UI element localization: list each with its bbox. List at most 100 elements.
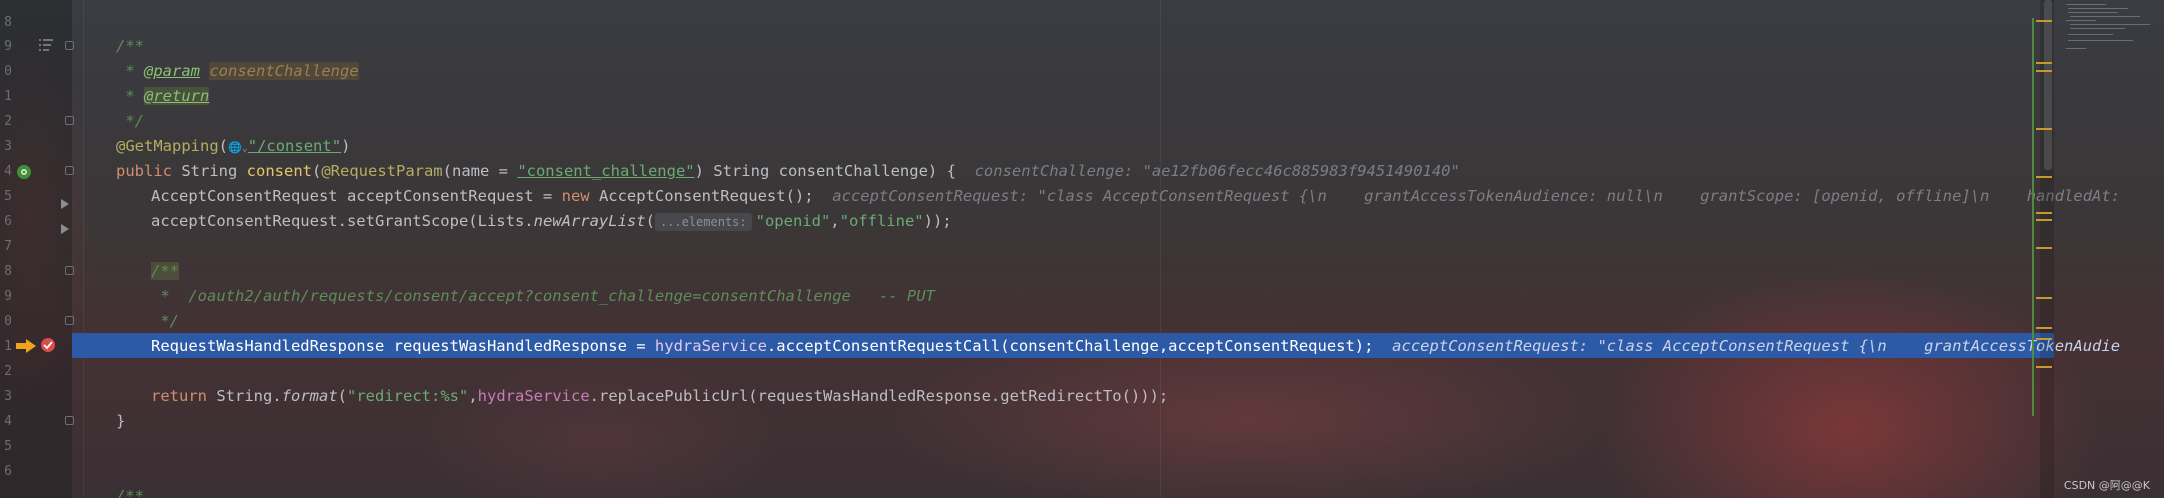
warning-marker[interactable] [2036, 70, 2052, 72]
fold-toggle[interactable] [65, 41, 74, 50]
method-name: format [281, 387, 338, 405]
string-literal: "consent_challenge" [517, 162, 695, 180]
code-line[interactable]: AcceptConsentRequest acceptConsentReques… [151, 184, 2120, 209]
globe-icon[interactable]: 🌐 [228, 141, 242, 154]
code-text: acceptConsentRequest.setGrantScope(Lists… [151, 212, 534, 230]
warning-marker[interactable] [2036, 176, 2052, 178]
paren: ( [337, 387, 347, 405]
line-number: 9 [4, 39, 12, 54]
line-number: 7 [4, 239, 12, 254]
code-text: AcceptConsentRequest acceptConsentReques… [151, 187, 562, 205]
lines-icon[interactable] [38, 38, 54, 52]
line-number: 5 [4, 439, 12, 454]
warning-marker[interactable] [2036, 219, 2052, 221]
debug-arrow-icon [16, 339, 36, 353]
warning-marker[interactable] [2036, 247, 2052, 249]
doc-comment: /** [116, 37, 144, 55]
line-number: 2 [4, 364, 12, 379]
line-number: 9 [4, 289, 12, 304]
keyword: return [151, 387, 207, 405]
code-line[interactable]: RequestWasHandledResponse requestWasHand… [151, 334, 2120, 359]
line-number: 0 [4, 64, 12, 79]
breakpoint-icon[interactable] [40, 337, 56, 353]
doc-comment: * [116, 62, 144, 80]
code-text: )); [923, 212, 952, 230]
line-number: 8 [4, 264, 12, 279]
code-line[interactable]: * @param consentChallenge [116, 59, 359, 84]
code-line[interactable]: * /oauth2/auth/requests/consent/accept?c… [151, 284, 935, 309]
code-line[interactable]: /** [151, 259, 179, 284]
code-line[interactable]: acceptConsentRequest.setGrantScope(Lists… [151, 209, 952, 234]
editor-gutter[interactable]: 8 9 0 1 2 3 4 5 6 7 8 9 0 1 2 3 4 5 6 [0, 0, 74, 498]
doc-tag: @return [144, 87, 210, 105]
debug-inline-value[interactable]: acceptConsentRequest: "class AcceptConse… [832, 187, 2120, 205]
code-line[interactable]: } [116, 409, 125, 434]
fold-toggle[interactable] [65, 416, 74, 425]
code-line[interactable]: * @return [116, 84, 210, 109]
doc-comment: /** [151, 262, 179, 280]
minimap[interactable] [2064, 0, 2164, 80]
string-literal: "redirect:%s" [347, 387, 469, 405]
line-number: 8 [4, 15, 12, 30]
code-line[interactable]: /** [116, 484, 144, 498]
closing-brace: } [116, 412, 126, 430]
code-text: String. [207, 387, 282, 405]
line-number: 1 [4, 339, 12, 354]
line-number: 2 [4, 114, 12, 129]
doc-comment: */ [151, 312, 179, 330]
code-line[interactable]: */ [151, 309, 179, 334]
field-reference: hydraService [654, 337, 767, 355]
code-line[interactable]: @GetMapping(🌐⌄"/consent") [116, 134, 350, 159]
doc-tag: @param [144, 62, 200, 80]
spring-bean-icon[interactable] [16, 164, 32, 180]
doc-comment: /** [116, 487, 144, 498]
code-text: (name = [442, 162, 518, 180]
paren: ) [341, 137, 351, 155]
line-number: 6 [4, 214, 12, 229]
code-text: AcceptConsentRequest(); [589, 187, 814, 205]
indent-guide [83, 0, 84, 498]
paren: ( [645, 212, 655, 230]
warning-marker[interactable] [2036, 338, 2052, 340]
fold-toggle[interactable] [65, 266, 74, 275]
warning-marker[interactable] [2036, 20, 2052, 22]
annotation: @GetMapping [116, 137, 219, 155]
warning-marker[interactable] [2036, 62, 2052, 64]
comma: , [830, 212, 840, 230]
doc-comment: * [116, 87, 144, 105]
field-reference: hydraService [477, 387, 590, 405]
string-literal: "openid" [755, 212, 831, 230]
method-name: consent [246, 162, 312, 180]
fold-toggle[interactable] [65, 166, 74, 175]
warning-marker[interactable] [2036, 212, 2052, 214]
warning-marker[interactable] [2036, 128, 2052, 130]
mapping-path-link[interactable]: "/consent" [248, 137, 341, 155]
expand-marker-icon[interactable] [61, 199, 69, 209]
code-line[interactable]: /** [116, 34, 144, 59]
vcs-change-marker [2032, 18, 2034, 416]
fold-toggle[interactable] [65, 316, 74, 325]
expand-marker-icon[interactable] [61, 224, 69, 234]
line-number: 1 [4, 89, 12, 104]
type: String [172, 162, 247, 180]
keyword: public [116, 162, 172, 180]
code-line[interactable]: public String consent(@RequestParam(name… [116, 159, 1460, 184]
fold-toggle[interactable] [65, 116, 74, 125]
scrollbar-thumb[interactable] [2044, 0, 2052, 170]
debug-inline-value[interactable]: acceptConsentRequest: "class AcceptConse… [1392, 337, 2120, 355]
debug-inline-value[interactable]: consentChallenge: "ae12fb06fecc46c885983… [975, 162, 1460, 180]
watermark-text: CSDN @阿@@K [2063, 479, 2150, 492]
warning-marker[interactable] [2036, 327, 2052, 329]
code-line[interactable]: return String.format("redirect:%s",hydra… [151, 384, 1168, 409]
keyword: new [561, 187, 590, 205]
line-number: 3 [4, 139, 12, 154]
string-literal: "offline" [839, 212, 924, 230]
warning-marker[interactable] [2036, 297, 2052, 299]
code-line[interactable]: */ [116, 109, 144, 134]
doc-comment: */ [116, 112, 144, 130]
right-margin-guide [1160, 0, 1161, 498]
code-text: .replacePublicUrl(requestWasHandledRespo… [589, 387, 1169, 405]
line-number: 4 [4, 414, 12, 429]
warning-marker[interactable] [2036, 366, 2052, 368]
code-text: ) String consentChallenge) { [694, 162, 956, 180]
